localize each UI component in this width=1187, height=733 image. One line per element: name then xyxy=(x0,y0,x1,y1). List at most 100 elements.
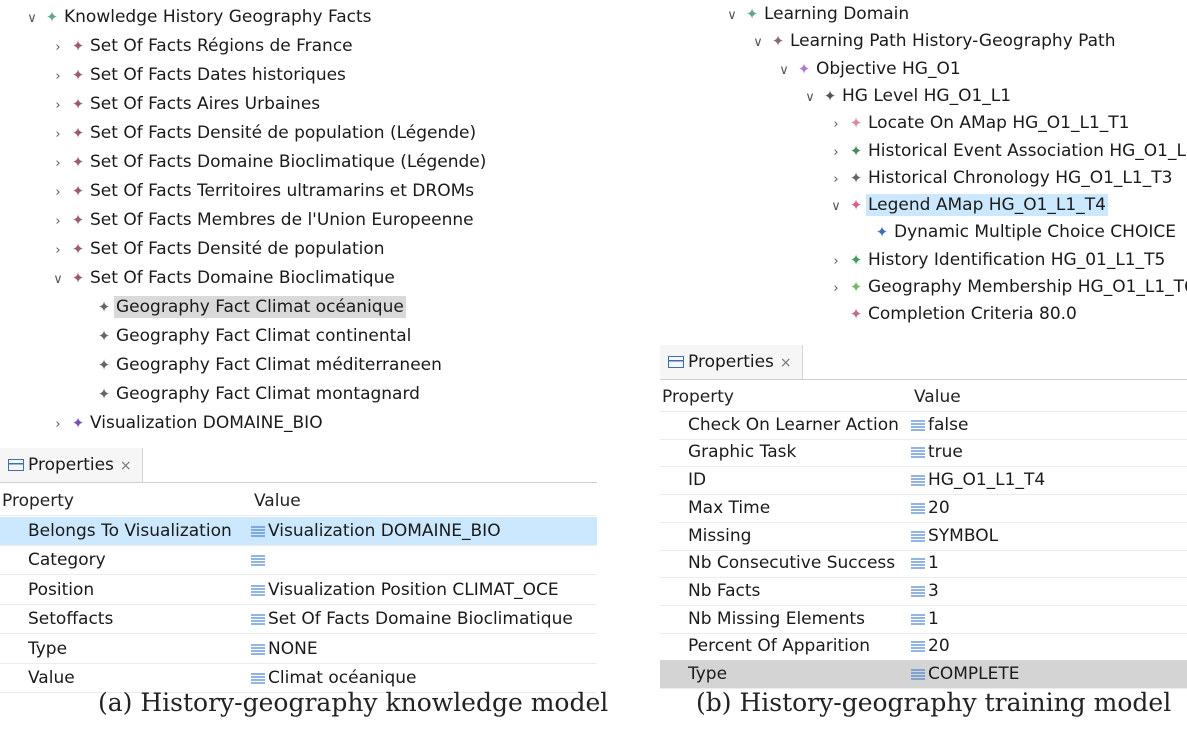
close-icon[interactable]: × xyxy=(120,458,132,474)
tree-node[interactable]: ∨ ✦ Set Of Facts Domaine Bioclimatique xyxy=(48,265,397,291)
chevron-down-icon[interactable]: ∨ xyxy=(748,30,768,56)
property-value[interactable]: Set Of Facts Domaine Bioclimatique xyxy=(251,605,597,633)
chevron-right-icon[interactable]: › xyxy=(826,112,846,138)
model-element-icon: ✦ xyxy=(97,385,111,403)
tree-node[interactable]: ✦ Geography Fact Climat continental xyxy=(74,323,413,349)
tree-node[interactable]: › ✦ Geography Membership HG_O1_L1_T6 xyxy=(826,274,1187,300)
chevron-right-icon[interactable]: › xyxy=(826,140,846,166)
tree-node[interactable]: ∨ ✦ Learning Path History-Geography Path xyxy=(748,28,1118,54)
property-value[interactable]: true xyxy=(911,438,1187,466)
table-row[interactable]: Type COMPLETE xyxy=(660,660,1187,689)
property-column-header[interactable]: Property xyxy=(2,487,74,515)
tree-node[interactable]: › ✦ History Identification HG_01_L1_T5 xyxy=(826,247,1167,273)
table-row[interactable]: Check On Learner Action false xyxy=(660,411,1187,440)
table-row[interactable]: Category xyxy=(0,546,597,575)
tree-node[interactable]: › ✦ Set Of Facts Densité de population (Lé… xyxy=(48,120,478,146)
table-row[interactable]: Nb Facts 3 xyxy=(660,577,1187,606)
property-value[interactable]: 20 xyxy=(911,494,1187,522)
tree-node[interactable]: ✦ Geography Fact Climat méditerraneen xyxy=(74,352,444,378)
table-row[interactable]: Missing SYMBOL xyxy=(660,522,1187,551)
table-row[interactable]: Percent Of Apparition 20 xyxy=(660,632,1187,662)
table-row[interactable]: Belongs To Visualization Visualization DO… xyxy=(0,516,597,546)
table-row[interactable]: Max Time 20 xyxy=(660,494,1187,523)
property-value[interactable]: Visualization DOMAINE_BIO xyxy=(251,517,597,545)
tree-node[interactable]: ✦ Geography Fact Climat montagnard xyxy=(74,381,422,407)
tree-node[interactable]: ✦ Dynamic Multiple Choice CHOICE xyxy=(852,219,1178,245)
tree-node[interactable]: › ✦ Set Of Facts Domaine Bioclimatique (Lé… xyxy=(48,149,488,175)
property-value[interactable]: COMPLETE xyxy=(911,660,1187,688)
model-element-icon: ✦ xyxy=(71,269,85,287)
tree-node[interactable]: › ✦ Set Of Facts Aires Urbaines xyxy=(48,91,322,117)
property-value[interactable]: Visualization Position CLIMAT_OCE xyxy=(251,576,597,604)
property-value-text: HG_O1_L1_T4 xyxy=(928,470,1046,491)
value-icon xyxy=(911,613,925,625)
chevron-right-icon[interactable]: › xyxy=(826,276,846,302)
property-name: Percent Of Apparition xyxy=(688,636,871,657)
property-column-header[interactable]: Property xyxy=(662,383,734,411)
table-row[interactable]: Position Visualization Position CLIMAT_OC… xyxy=(0,576,597,605)
property-value[interactable]: 3 xyxy=(911,577,1187,605)
value-icon xyxy=(911,558,925,570)
property-value[interactable]: false xyxy=(911,411,1187,439)
tree-node-label: Learning Path History-Geography Path xyxy=(790,31,1116,52)
tree-node[interactable]: › ✦ Visualization DOMAINE_BIO xyxy=(48,410,325,436)
chevron-right-icon[interactable]: › xyxy=(826,167,846,193)
chevron-right-icon[interactable]: › xyxy=(48,64,68,90)
chevron-right-icon[interactable]: › xyxy=(48,93,68,119)
property-value[interactable]: 20 xyxy=(911,632,1187,660)
tree-node[interactable]: › ✦ Set Of Facts Dates historiques xyxy=(48,62,348,88)
tree-node[interactable]: › ✦ Set Of Facts Régions de France xyxy=(48,33,355,59)
tree-node[interactable]: ›✦ Historical Event Association HG_O1_L1_… xyxy=(826,138,1187,164)
table-row[interactable]: Graphic Task true xyxy=(660,438,1187,468)
value-icon xyxy=(911,585,925,597)
property-value[interactable]: HG_O1_L1_T4 xyxy=(911,466,1187,494)
close-icon[interactable]: × xyxy=(780,355,792,371)
chevron-down-icon[interactable]: ∨ xyxy=(826,194,846,220)
table-row[interactable]: Setoffacts Set Of Facts Domaine Bioclimat… xyxy=(0,605,597,634)
tree-node[interactable]: ∨ ✦ Knowledge History Geography Facts xyxy=(22,4,374,30)
chevron-down-icon[interactable]: ∨ xyxy=(722,3,742,29)
value-column-header[interactable]: Value xyxy=(254,487,301,515)
properties-tab[interactable]: Properties × xyxy=(660,345,803,379)
chevron-right-icon[interactable]: › xyxy=(48,122,68,148)
chevron-down-icon[interactable]: ∨ xyxy=(800,85,820,111)
property-value[interactable]: 1 xyxy=(911,549,1187,577)
chevron-right-icon[interactable]: › xyxy=(48,238,68,264)
property-value[interactable]: SYMBOL xyxy=(911,522,1187,550)
property-value[interactable]: 1 xyxy=(911,605,1187,633)
chevron-down-icon[interactable]: ∨ xyxy=(774,58,794,84)
tree-node[interactable]: ∨ ✦ Legend AMap HG_O1_L1_T4 xyxy=(826,192,1108,218)
chevron-down-icon[interactable]: ∨ xyxy=(22,6,42,32)
tree-node[interactable]: ∨ ✦ Learning Domain xyxy=(722,1,911,27)
table-row[interactable]: Type NONE xyxy=(0,635,597,664)
table-row[interactable]: ID HG_O1_L1_T4 xyxy=(660,466,1187,496)
tree-node[interactable]: › ✦ Set Of Facts Densité de population xyxy=(48,236,387,262)
property-name: Max Time xyxy=(688,497,771,518)
tree-node[interactable]: ∨ ✦ HG Level HG_O1_L1 xyxy=(800,83,1013,109)
chevron-right-icon[interactable]: › xyxy=(48,209,68,235)
chevron-right-icon[interactable]: › xyxy=(48,151,68,177)
properties-tab[interactable]: Properties × xyxy=(0,448,143,482)
chevron-right-icon[interactable]: › xyxy=(826,249,846,275)
tree-node[interactable]: ✦ Completion Criteria 80.0 xyxy=(826,301,1079,327)
properties-view-header: Properties × xyxy=(0,448,597,483)
table-row[interactable]: Nb Missing Elements 1 xyxy=(660,605,1187,634)
tree-node[interactable]: ✦ Geography Fact Climat océanique xyxy=(74,294,406,320)
tree-node[interactable]: › ✦ Locate On AMap HG_O1_L1_T1 xyxy=(826,110,1131,136)
property-value[interactable] xyxy=(251,546,597,574)
value-column-header[interactable]: Value xyxy=(914,383,961,411)
model-element-icon: ✦ xyxy=(71,414,85,432)
tree-node[interactable]: ∨ ✦ Objective HG_O1 xyxy=(774,56,963,82)
chevron-down-icon[interactable]: ∨ xyxy=(48,267,68,293)
table-row[interactable]: Nb Consecutive Success 1 xyxy=(660,549,1187,579)
chevron-right-icon[interactable]: › xyxy=(48,35,68,61)
chevron-right-icon[interactable]: › xyxy=(48,180,68,206)
table-header: Property Value xyxy=(0,487,597,516)
chevron-right-icon[interactable]: › xyxy=(48,412,68,438)
property-value[interactable]: NONE xyxy=(251,635,597,663)
property-name: Type xyxy=(28,638,68,659)
tree-node[interactable]: › ✦ Set Of Facts Membres de l'Union Europe… xyxy=(48,207,476,233)
tree-node[interactable]: › ✦ Set Of Facts Territoires ultramarins e… xyxy=(48,178,476,204)
property-value-text: true xyxy=(928,442,963,463)
tree-node[interactable]: › ✦ Historical Chronology HG_O1_L1_T3 xyxy=(826,165,1174,191)
